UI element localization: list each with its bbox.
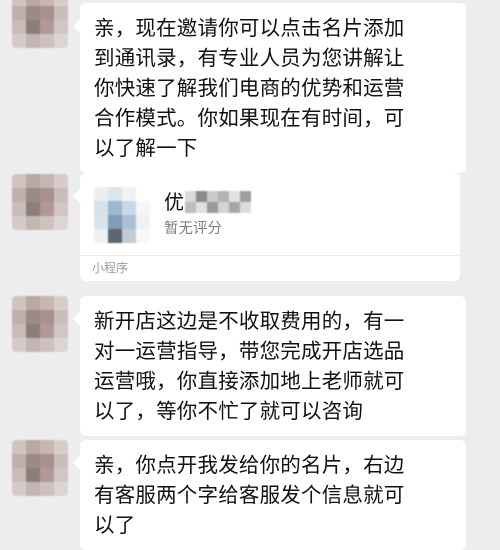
message-text: 运营哦，你直接添加地上老师就可 [94,369,405,393]
message-text: 以了解一下 [94,136,198,160]
message-text: 合作模式。你如果现在有时间，可 [94,106,405,130]
message-text: 亲，你点开我发给你的名片，右边 [94,453,405,477]
message-bubble[interactable]: 亲，你点开我发给你的名片，右边 有客服两个字给客服发个信息就可 以了 [73,440,466,550]
redacted-name-mosaic [185,191,251,213]
avatar[interactable] [12,0,68,48]
chat-area: 亲，现在邀请你可以点击名片添加 到通讯录，有专业人员为您讲解让 你快速了解我们电… [0,0,500,550]
mini-program-name: 优 [164,190,184,214]
message-text: 新开店这边是不收取费用的，有一 [94,309,405,333]
message-text: 有客服两个字给客服发个信息就可 [94,483,405,507]
message-text: 以了 [94,513,136,537]
mini-program-logo [94,187,150,243]
mini-program-card[interactable]: 优 暂无评分 小程序 [73,173,460,281]
card-divider [80,255,460,256]
message-bubble[interactable]: 新开店这边是不收取费用的，有一 对一运营指导，带您完成开店选品 运营哦，你直接添… [73,296,466,436]
message-text: 对一运营指导，带您完成开店选品 [94,339,405,363]
mini-program-tag: 小程序 [92,261,129,275]
mini-program-rating: 暂无评分 [164,221,222,237]
avatar[interactable] [12,440,68,496]
message-text: 亲，现在邀请你可以点击名片添加 [94,16,405,40]
message-text: 以了，等你不忙了就可以咨询 [94,399,364,423]
message-text: 你快速了解我们电商的优势和运营 [94,76,405,100]
avatar[interactable] [12,296,68,352]
avatar[interactable] [12,174,68,230]
message-bubble[interactable]: 亲，现在邀请你可以点击名片添加 到通讯录，有专业人员为您讲解让 你快速了解我们电… [73,3,466,173]
message-text: 到通讯录，有专业人员为您讲解让 [94,46,405,70]
